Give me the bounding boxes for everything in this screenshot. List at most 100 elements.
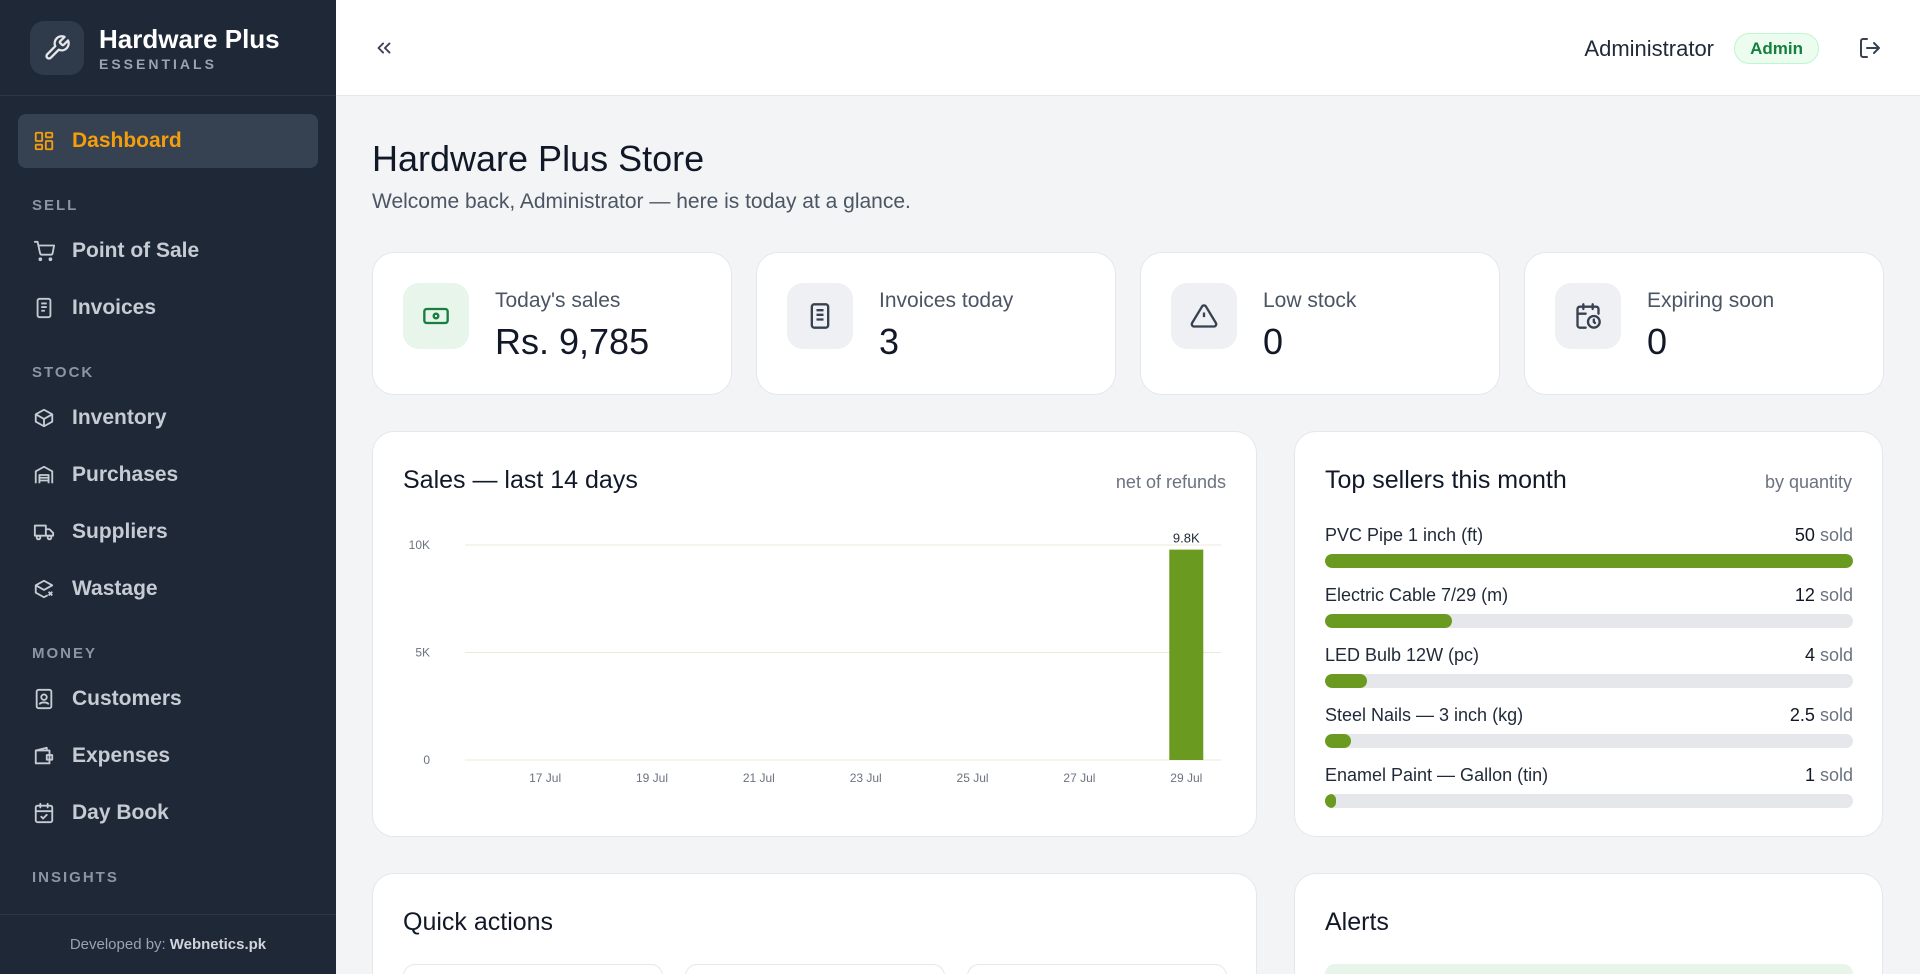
wallet-icon (32, 744, 56, 768)
sidebar-item-label: Customers (72, 687, 182, 710)
list-item: LED Bulb 12W (pc) 4 sold (1325, 645, 1853, 688)
seller-name: PVC Pipe 1 inch (ft) (1325, 525, 1484, 545)
receipt-icon (787, 283, 853, 349)
quick-action-button[interactable] (967, 964, 1227, 974)
collapse-sidebar-button[interactable] (368, 32, 400, 64)
warehouse-icon (32, 463, 56, 487)
alerts-panel: Alerts (1294, 873, 1883, 974)
chart-bar (1169, 549, 1204, 760)
sidebar-item-expenses[interactable]: Expenses (18, 729, 318, 783)
list-item: PVC Pipe 1 inch (ft) 50 sold (1325, 525, 1853, 568)
nav-section-money: MONEY (32, 645, 98, 662)
stat-card-invoices-today: Invoices today 3 (756, 252, 1116, 395)
wrench-icon (30, 20, 84, 75)
stat-card-expiring-soon: Expiring soon 0 (1524, 252, 1884, 395)
seller-qty: 12 sold (1794, 585, 1853, 605)
y-tick-label: 5K (415, 646, 430, 660)
panel-title: Quick actions (403, 908, 554, 936)
quick-action-button[interactable] (685, 964, 945, 974)
invoice-icon (32, 296, 56, 320)
sidebar-item-dashboard[interactable]: Dashboard (18, 114, 318, 168)
calendar-clock-icon (1555, 283, 1621, 349)
stat-label: Low stock (1263, 289, 1357, 312)
x-tick-label: 17 Jul (529, 771, 561, 785)
brand-title: Hardware Plus (99, 23, 280, 54)
data-label: 9.8K (1173, 531, 1200, 546)
sidebar-item-label: Suppliers (72, 520, 168, 543)
sidebar-item-label: Expenses (72, 744, 171, 767)
sales-chart: 0 5K 10K 9.8K 17 Jul 19 Jul 21 Jul 23 Jul 25 Jul… (409, 531, 1221, 785)
footer-prefix: Developed by: (69, 936, 166, 953)
seller-name: Steel Nails — 3 inch (kg) (1325, 705, 1524, 725)
seller-qty: 4 sold (1804, 645, 1853, 665)
seller-name: Enamel Paint — Gallon (tin) (1325, 765, 1549, 785)
progress-track (1325, 734, 1853, 748)
nav-section-insights: INSIGHTS (32, 869, 119, 886)
cash-icon (403, 283, 469, 349)
seller-qty: 2.5 sold (1789, 705, 1853, 725)
sidebar-item-label: Inventory (72, 406, 167, 429)
stat-value: 3 (879, 321, 900, 362)
progress-track (1325, 674, 1853, 688)
quick-action-button[interactable] (403, 964, 663, 974)
progress-track (1325, 614, 1853, 628)
calendar-check-icon (32, 801, 56, 825)
panel-title: Alerts (1325, 908, 1389, 936)
seller-qty: 1 sold (1804, 765, 1853, 785)
x-tick-label: 21 Jul (743, 771, 775, 785)
page-title: Hardware Plus Store (372, 138, 705, 179)
cart-icon (32, 239, 56, 263)
x-tick-label: 23 Jul (850, 771, 882, 785)
stat-label: Invoices today (879, 289, 1014, 312)
panel-title: Top sellers this month (1325, 466, 1567, 494)
logout-button[interactable] (1856, 34, 1884, 62)
list-item: Enamel Paint — Gallon (tin) 1 sold (1325, 765, 1853, 808)
stat-label: Expiring soon (1647, 289, 1775, 312)
dashboard-icon (32, 129, 56, 153)
x-tick-label: 25 Jul (957, 771, 989, 785)
stat-value: 0 (1647, 321, 1668, 362)
sidebar-item-purchases[interactable]: Purchases (18, 448, 318, 502)
seller-name: Electric Cable 7/29 (m) (1325, 585, 1509, 605)
sidebar-item-label: Purchases (72, 463, 179, 486)
sidebar-footer: Developed by: Webnetics.pk (0, 914, 336, 974)
progress-fill (1325, 734, 1352, 748)
x-tick-label: 27 Jul (1063, 771, 1095, 785)
topbar: Administrator Admin (336, 0, 1920, 96)
progress-fill (1325, 794, 1336, 808)
sidebar-item-day-book[interactable]: Day Book (18, 786, 318, 840)
sidebar-item-customers[interactable]: Customers (18, 672, 318, 726)
box-icon (32, 406, 56, 430)
stat-card-low-stock: Low stock 0 (1140, 252, 1500, 395)
logout-icon (1860, 38, 1880, 58)
sidebar-item-label: Dashboard (72, 129, 182, 152)
alert-item (1325, 964, 1853, 974)
brand: Hardware Plus ESSENTIALS (0, 0, 336, 96)
sidebar-nav: Dashboard SELL Point of Sale Invoices ST… (0, 96, 336, 896)
sidebar-item-inventory[interactable]: Inventory (18, 391, 318, 445)
box-x-icon (32, 577, 56, 601)
list-item: Steel Nails — 3 inch (kg) 2.5 sold (1325, 705, 1853, 748)
y-tick-label: 0 (423, 753, 430, 767)
stat-card-todays-sales: Today's sales Rs. 9,785 (372, 252, 732, 395)
stat-label: Today's sales (495, 289, 621, 312)
top-sellers-panel: Top sellers this month by quantity PVC P… (1294, 431, 1883, 837)
panel-note: by quantity (1764, 472, 1852, 492)
sidebar-item-label: Wastage (72, 577, 158, 600)
progress-track (1325, 554, 1853, 568)
sidebar-item-point-of-sale[interactable]: Point of Sale (18, 224, 318, 278)
sidebar-item-wastage[interactable]: Wastage (18, 562, 318, 616)
sidebar-item-label: Point of Sale (72, 239, 200, 262)
role-badge: Admin (1734, 33, 1819, 64)
progress-fill (1325, 674, 1368, 688)
quick-actions-panel: Quick actions (372, 873, 1257, 974)
brand-subtitle: ESSENTIALS (99, 55, 217, 72)
contact-icon (32, 687, 56, 711)
footer-company: Webnetics.pk (169, 936, 267, 953)
x-tick-label: 29 Jul (1170, 771, 1202, 785)
sidebar-item-suppliers[interactable]: Suppliers (18, 505, 318, 559)
page-subtitle: Welcome back, Administrator — here is to… (372, 190, 911, 213)
truck-icon (32, 520, 56, 544)
warning-icon (1171, 283, 1237, 349)
sidebar-item-invoices[interactable]: Invoices (18, 281, 318, 335)
